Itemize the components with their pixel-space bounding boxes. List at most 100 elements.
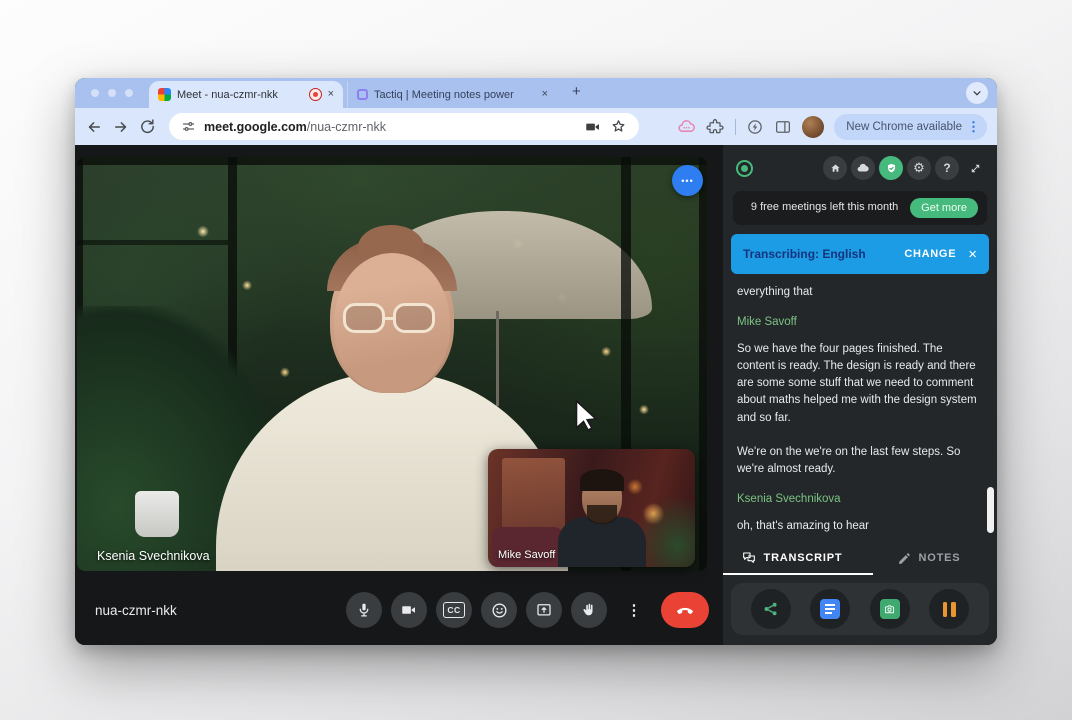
address-bar[interactable]: meet.google.com/nua-czmr-nkk — [169, 113, 639, 140]
sidebar-header: ⚙ ? — [723, 145, 997, 186]
end-call-icon — [675, 600, 695, 620]
back-button[interactable] — [85, 118, 103, 136]
participant-name-label: Ksenia Svechnikova — [97, 549, 210, 563]
raise-hand-button[interactable] — [571, 592, 607, 628]
mic-icon — [355, 601, 373, 619]
tab-label: TRANSCRIPT — [764, 552, 843, 564]
end-call-button[interactable] — [661, 592, 709, 628]
cloud-button[interactable] — [851, 156, 875, 180]
profile-avatar[interactable] — [802, 116, 824, 138]
speaker-name: Ksenia Svechnikova — [737, 491, 979, 508]
back-arrow-icon — [85, 118, 103, 136]
present-icon — [535, 601, 553, 619]
help-button[interactable]: ? — [935, 156, 959, 180]
tactiq-favicon-icon — [357, 89, 368, 100]
screenshot-button[interactable] — [870, 589, 910, 629]
url-text[interactable]: meet.google.com/nua-czmr-nkk — [204, 120, 576, 134]
pip-hair — [580, 469, 624, 491]
pip-chair — [492, 527, 564, 567]
reactions-button[interactable] — [481, 592, 517, 628]
settings-button[interactable]: ⚙ — [907, 156, 931, 180]
reload-button[interactable] — [139, 118, 156, 135]
tab-notes[interactable]: NOTES — [860, 541, 997, 575]
google-docs-button[interactable] — [810, 589, 850, 629]
pencil-icon — [897, 551, 912, 566]
tab-title: Tactiq | Meeting notes power — [374, 89, 536, 101]
home-button[interactable] — [823, 156, 847, 180]
pip-beard — [587, 505, 617, 524]
new-tab-button[interactable]: + — [572, 83, 581, 100]
page-content: Ksenia Svechnikova ••• Mike Savoff — [75, 145, 997, 645]
pip-video-tile[interactable]: Mike Savoff — [488, 449, 695, 567]
minimize-window-icon[interactable] — [108, 89, 116, 97]
mic-button[interactable] — [346, 592, 382, 628]
change-language-button[interactable]: CHANGE — [904, 248, 956, 260]
camera-capture-icon[interactable] — [584, 118, 602, 136]
get-more-button[interactable]: Get more — [910, 198, 978, 218]
share-button[interactable] — [751, 589, 791, 629]
pip-participant-head — [582, 473, 622, 523]
camera-button[interactable] — [391, 592, 427, 628]
new-chrome-button[interactable]: New Chrome available ⋮ — [834, 114, 987, 140]
browser-menu-icon[interactable]: ⋮ — [967, 119, 980, 135]
tab-meet[interactable]: Meet - nua-czmr-nkk × — [149, 81, 343, 108]
tactiq-logo-icon — [736, 160, 753, 177]
meet-stage: Ksenia Svechnikova ••• Mike Savoff — [75, 145, 723, 645]
participant-head — [330, 243, 454, 393]
sidebar-footer — [731, 583, 989, 635]
captions-icon: CC — [443, 602, 464, 618]
credits-text: 9 free meetings left this month — [747, 200, 902, 215]
extensions-puzzle-icon[interactable] — [706, 117, 725, 136]
close-window-icon[interactable] — [91, 89, 99, 97]
more-vertical-icon: ⋮ — [627, 601, 642, 619]
glasses-bridge — [385, 317, 393, 320]
transcript-text: So we have the four pages finished. The … — [737, 341, 979, 427]
window-controls[interactable] — [91, 89, 133, 97]
tab-close-icon[interactable]: × — [542, 89, 548, 100]
shield-check-icon — [885, 162, 898, 175]
browser-window: Meet - nua-czmr-nkk × Tactiq | Meeting n… — [75, 78, 997, 645]
tab-strip: Meet - nua-czmr-nkk × Tactiq | Meeting n… — [75, 78, 997, 108]
dots-icon: ••• — [681, 176, 693, 186]
tab-transcript[interactable]: TRANSCRIPT — [723, 541, 860, 575]
expand-button[interactable] — [963, 156, 987, 180]
docs-icon — [820, 599, 840, 619]
transcript-text: oh, that's amazing to hear — [737, 518, 979, 535]
present-button[interactable] — [526, 592, 562, 628]
tab-search-button[interactable] — [966, 82, 988, 104]
banner-close-icon[interactable]: × — [968, 247, 977, 262]
mouse-cursor — [573, 399, 601, 431]
plant-pot — [135, 491, 179, 537]
window-frame-bar — [77, 240, 228, 245]
maximize-window-icon[interactable] — [125, 89, 133, 97]
meet-favicon-icon — [158, 88, 171, 101]
glasses-lens — [343, 303, 385, 333]
active-tab-underline — [723, 573, 873, 576]
window-frame-bar — [77, 157, 707, 165]
pause-recording-button[interactable] — [929, 589, 969, 629]
forward-button[interactable] — [112, 118, 130, 136]
more-options-button[interactable]: ⋮ — [616, 592, 652, 628]
tune-icon[interactable] — [181, 119, 196, 134]
camera-snapshot-icon — [880, 599, 900, 619]
umbrella-pole — [496, 311, 499, 406]
tactiq-floating-badge[interactable]: ••• — [672, 165, 703, 196]
privacy-shield-button[interactable] — [879, 156, 903, 180]
bookmark-star-icon[interactable] — [610, 118, 627, 135]
transcript-text: everything that — [737, 284, 979, 301]
tab-tactiq[interactable]: Tactiq | Meeting notes power × — [347, 81, 557, 108]
tactiq-sidebar: ⚙ ? 9 free meetings left this month Get … — [723, 145, 997, 645]
side-panel-icon[interactable] — [774, 118, 792, 136]
home-icon — [829, 162, 842, 175]
tab-close-icon[interactable]: × — [328, 89, 334, 100]
credits-card: 9 free meetings left this month Get more — [733, 191, 987, 225]
pink-cloud-extension-icon[interactable] — [677, 117, 696, 136]
transcript-panel[interactable]: everything that Mike Savoff So we have t… — [723, 274, 997, 541]
tab-recording-indicator-icon[interactable] — [309, 88, 322, 101]
tab-title: Meet - nua-czmr-nkk — [177, 89, 303, 101]
bolt-extension-icon[interactable] — [746, 118, 764, 136]
scrollbar-thumb[interactable] — [987, 487, 994, 533]
videocam-icon — [400, 601, 418, 619]
chat-bubbles-icon — [741, 550, 757, 566]
captions-button[interactable]: CC — [436, 592, 472, 628]
